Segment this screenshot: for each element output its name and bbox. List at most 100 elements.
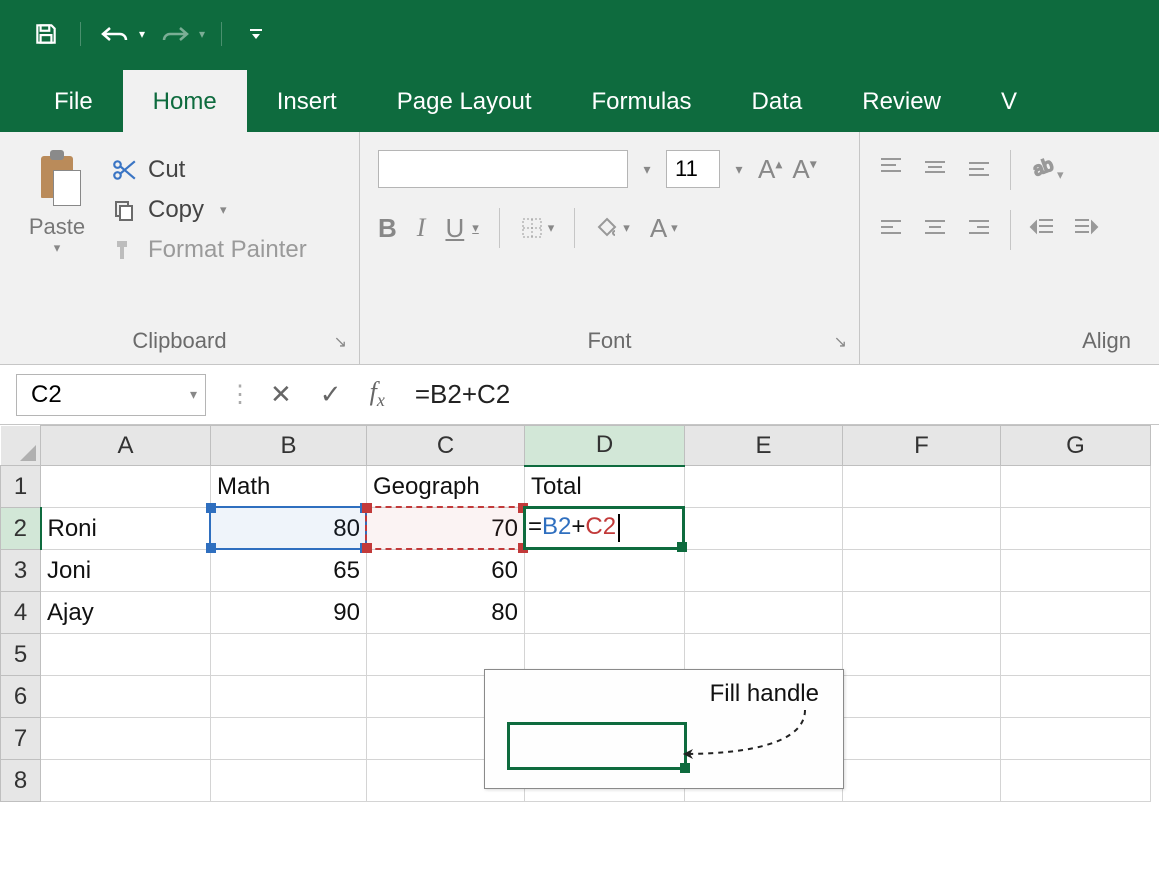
row-header-2[interactable]: 2 [1,508,41,550]
copy-button[interactable]: Copy ▾ [110,196,307,224]
cancel-formula-button[interactable]: ✕ [270,379,292,410]
cell-A5[interactable] [41,634,211,676]
row-header-1[interactable]: 1 [1,466,41,508]
clipboard-launcher-icon[interactable]: ↘ [334,332,347,352]
column-header-C[interactable]: C [367,426,525,466]
cell-E4[interactable] [685,592,843,634]
cell-D3[interactable] [525,550,685,592]
cell-G6[interactable] [1001,676,1151,718]
cell-D1[interactable]: Total [525,466,685,508]
undo-button[interactable] [97,16,133,52]
cell-A8[interactable] [41,760,211,802]
align-right-button[interactable] [966,216,992,244]
paste-icon[interactable] [31,150,83,210]
column-header-A[interactable]: A [41,426,211,466]
row-header-3[interactable]: 3 [1,550,41,592]
cell-F3[interactable] [843,550,1001,592]
tab-file[interactable]: File [24,70,123,132]
cell-F7[interactable] [843,718,1001,760]
tab-page-layout[interactable]: Page Layout [367,70,562,132]
cell-C1[interactable]: Geograph [367,466,525,508]
cell-G7[interactable] [1001,718,1151,760]
bold-button[interactable]: B [378,213,397,244]
cell-E2[interactable] [685,508,843,550]
cell-B4[interactable]: 90 [211,592,367,634]
font-name-dropdown-icon[interactable]: ▾ [636,161,658,178]
paste-dropdown-icon[interactable]: ▾ [54,240,61,256]
save-button[interactable] [28,16,64,52]
cell-F8[interactable] [843,760,1001,802]
spreadsheet-grid[interactable]: ABCDEFG1MathGeographTotal2Roni80703Joni6… [0,425,1159,802]
cell-G4[interactable] [1001,592,1151,634]
name-box-dropdown-icon[interactable]: ▾ [190,386,197,403]
cell-edit-formula[interactable]: =B2+C2 [528,513,620,542]
cell-C3[interactable]: 60 [367,550,525,592]
row-header-4[interactable]: 4 [1,592,41,634]
formula-bar-input[interactable]: =B2+C2 [415,379,510,410]
decrease-indent-button[interactable] [1029,216,1055,244]
align-bottom-button[interactable] [966,156,992,184]
font-size-dropdown-icon[interactable]: ▾ [728,161,750,178]
tab-review[interactable]: Review [832,70,971,132]
cell-F4[interactable] [843,592,1001,634]
cell-A6[interactable] [41,676,211,718]
row-header-6[interactable]: 6 [1,676,41,718]
increase-indent-button[interactable] [1073,216,1099,244]
cell-G5[interactable] [1001,634,1151,676]
cell-A4[interactable]: Ajay [41,592,211,634]
tab-formulas[interactable]: Formulas [562,70,722,132]
cell-B8[interactable] [211,760,367,802]
name-box[interactable]: C2 ▾ [16,374,206,416]
cell-E1[interactable] [685,466,843,508]
align-left-button[interactable] [878,216,904,244]
column-header-D[interactable]: D [525,426,685,466]
cell-B3[interactable]: 65 [211,550,367,592]
orientation-button[interactable]: ab▾ [1029,155,1064,185]
increase-font-size-button[interactable]: A▴ [758,154,782,185]
row-header-5[interactable]: 5 [1,634,41,676]
cell-F5[interactable] [843,634,1001,676]
cell-F6[interactable] [843,676,1001,718]
cell-A2[interactable]: Roni [41,508,211,550]
cell-C2[interactable]: 70 [367,508,525,550]
font-size-input[interactable]: 11 [666,150,720,188]
italic-button[interactable]: I [417,213,426,243]
cell-B7[interactable] [211,718,367,760]
cell-B1[interactable]: Math [211,466,367,508]
column-header-G[interactable]: G [1001,426,1151,466]
row-header-7[interactable]: 7 [1,718,41,760]
select-all-corner[interactable] [1,426,41,466]
cell-B6[interactable] [211,676,367,718]
column-header-E[interactable]: E [685,426,843,466]
cell-A3[interactable]: Joni [41,550,211,592]
font-launcher-icon[interactable]: ↘ [834,332,847,352]
decrease-font-size-button[interactable]: A▾ [792,154,816,185]
cell-F2[interactable] [843,508,1001,550]
align-top-button[interactable] [878,156,904,184]
customize-qat-button[interactable] [238,16,274,52]
paste-button[interactable]: Paste [29,214,85,240]
cell-G3[interactable] [1001,550,1151,592]
align-center-button[interactable] [922,216,948,244]
cell-B5[interactable] [211,634,367,676]
copy-dropdown-icon[interactable]: ▾ [220,202,227,218]
font-name-input[interactable] [378,150,628,188]
tab-data[interactable]: Data [722,70,833,132]
row-header-8[interactable]: 8 [1,760,41,802]
tab-view[interactable]: V [971,70,1047,132]
cell-F1[interactable] [843,466,1001,508]
format-painter-button[interactable]: Format Painter [110,236,307,264]
cell-A7[interactable] [41,718,211,760]
cell-C4[interactable]: 80 [367,592,525,634]
underline-button[interactable]: U▾ [445,213,478,244]
tab-home[interactable]: Home [123,70,247,132]
enter-formula-button[interactable]: ✓ [320,379,342,410]
column-header-B[interactable]: B [211,426,367,466]
font-color-button[interactable]: A▾ [650,213,678,244]
cell-B2[interactable]: 80 [211,508,367,550]
fill-color-button[interactable]: ▾ [595,216,630,240]
undo-dropdown-icon[interactable]: ▾ [139,27,145,41]
cell-G1[interactable] [1001,466,1151,508]
cut-button[interactable]: Cut [110,156,307,184]
tab-insert[interactable]: Insert [247,70,367,132]
